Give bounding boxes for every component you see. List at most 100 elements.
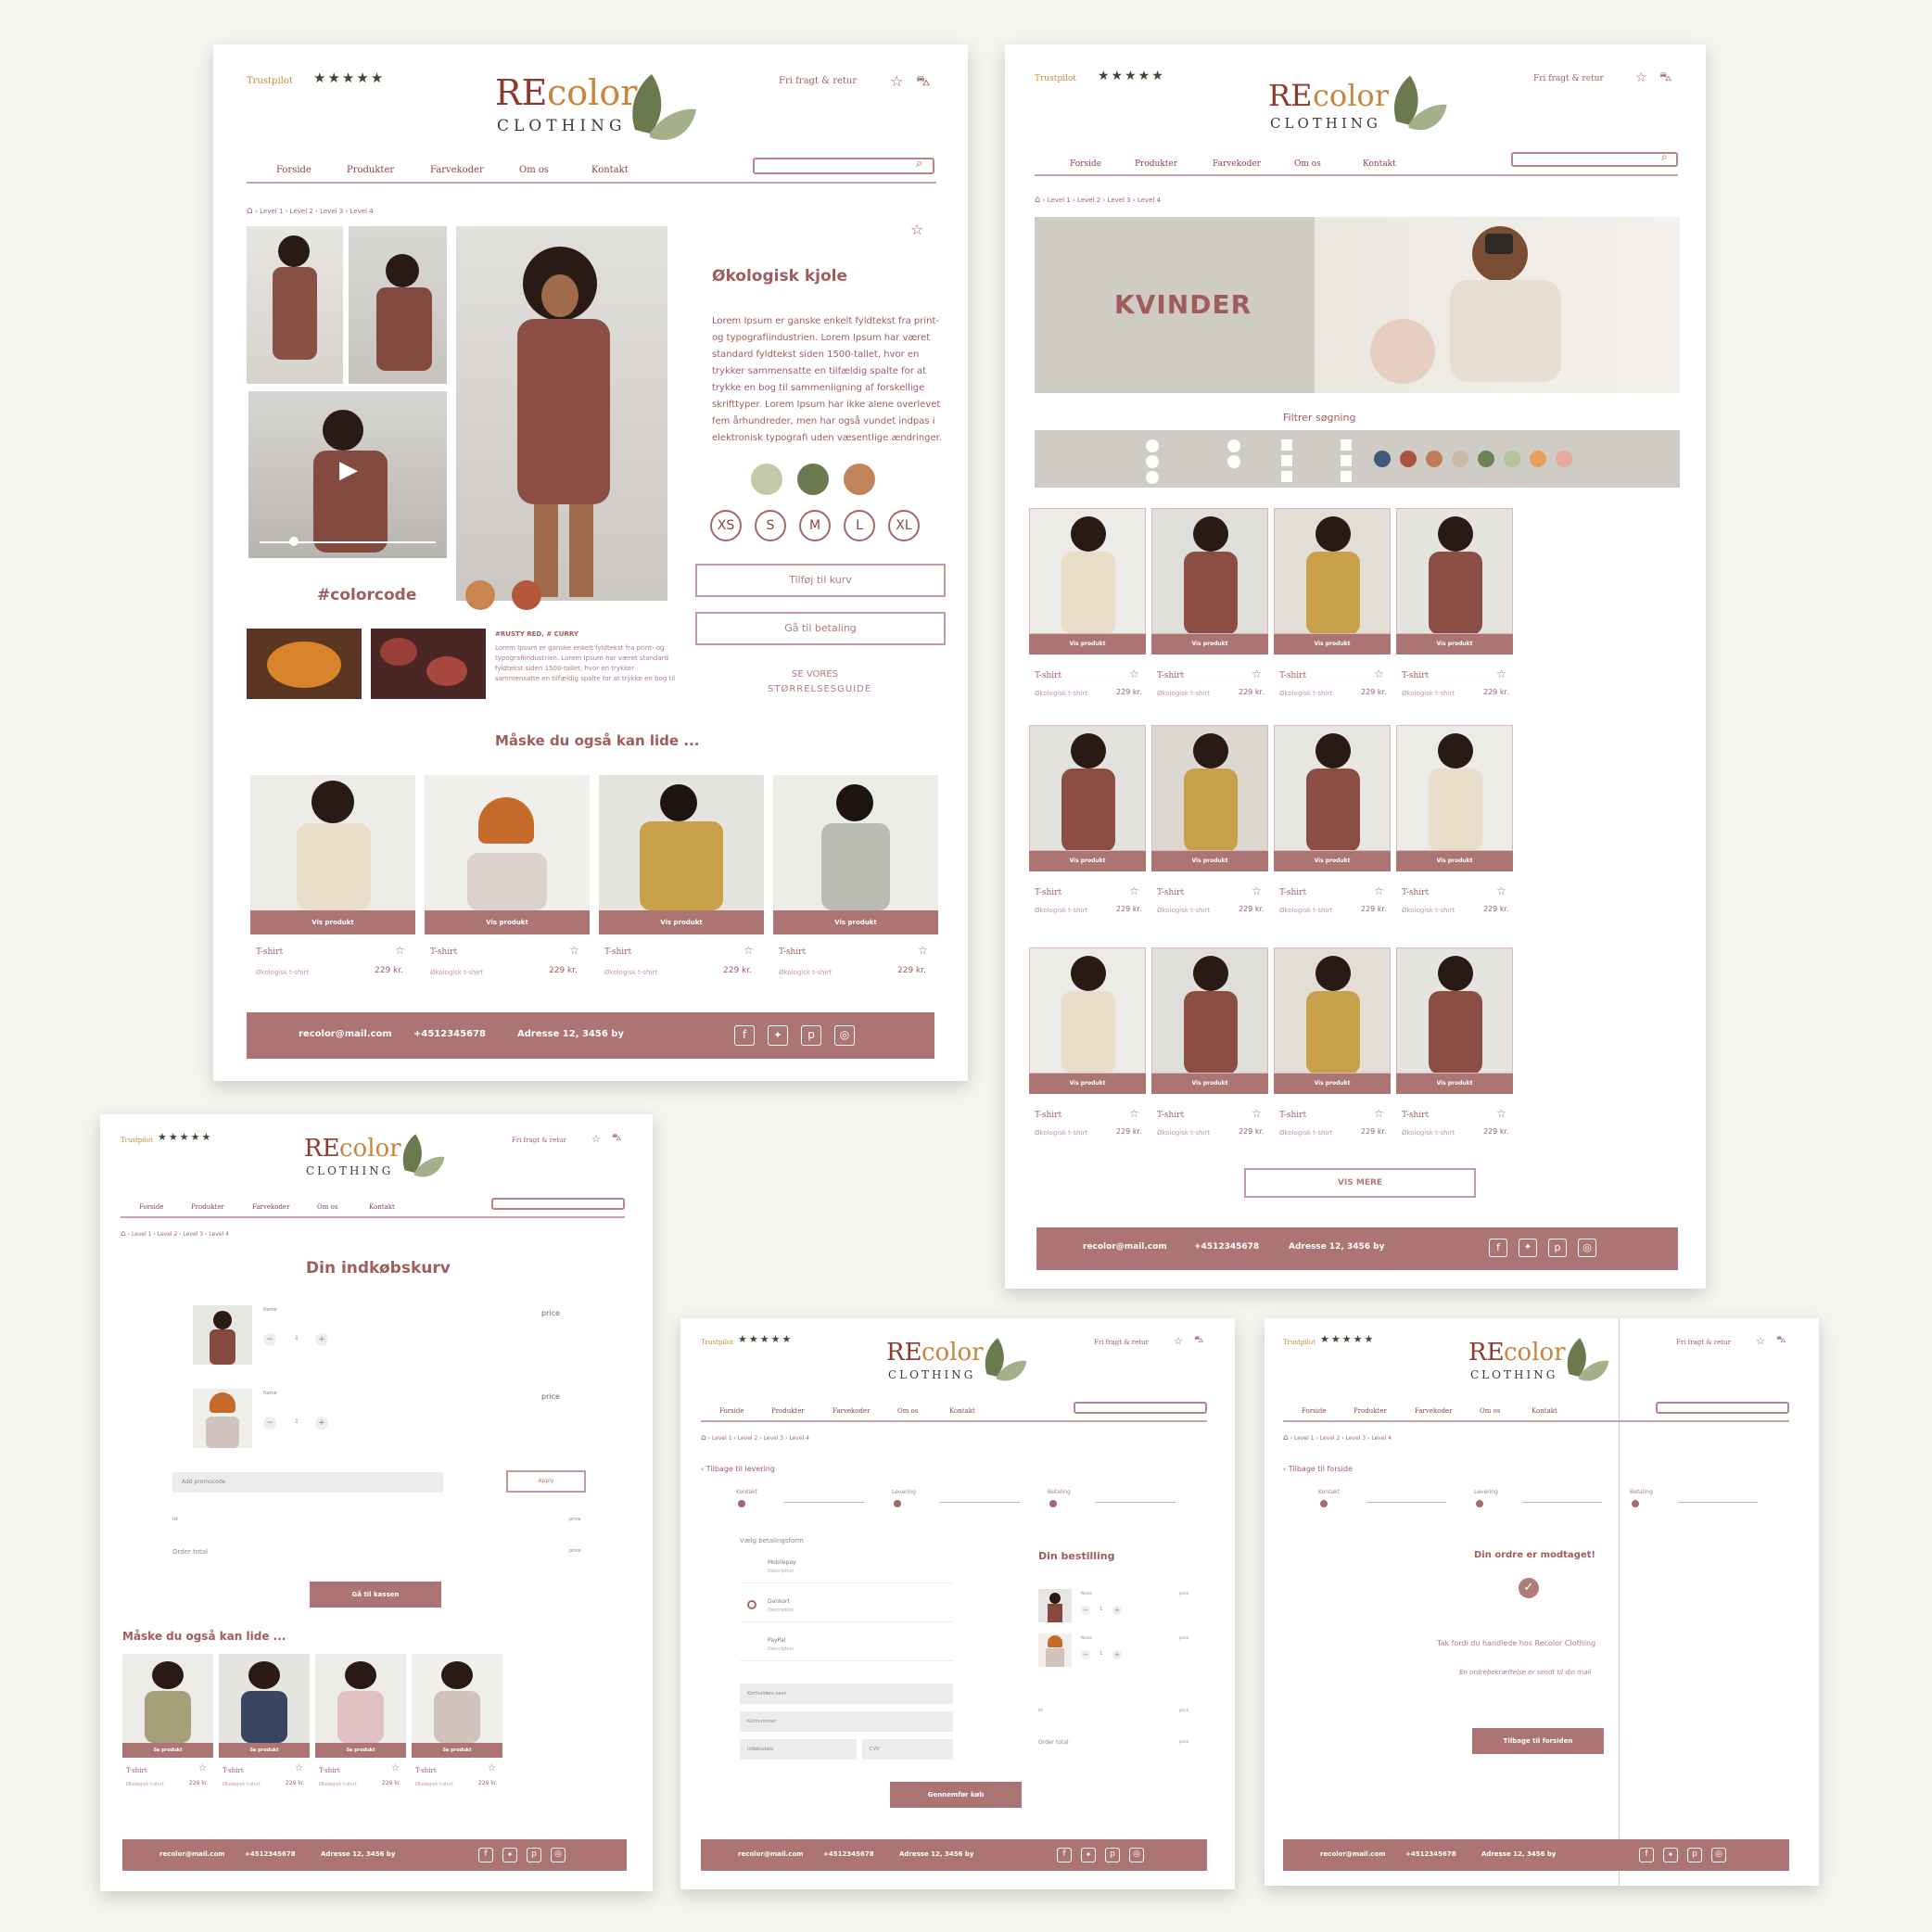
favorites-icon[interactable]: ☆ — [591, 1133, 601, 1145]
category-product-card[interactable]: Vis produkt T-shirt ☆ Økologisk t-shirt 229 … — [1151, 725, 1268, 931]
category-product-card[interactable]: Vis produkt T-shirt ☆ Økologisk t-shirt 229 … — [1029, 947, 1146, 1153]
facebook-icon[interactable]: f — [1639, 1848, 1654, 1862]
category-product-card[interactable]: Vis produkt T-shirt ☆ Økologisk t-shirt 229 … — [1151, 947, 1268, 1153]
filter-color-1[interactable] — [1374, 451, 1391, 467]
home-icon[interactable]: ⌂ — [247, 204, 253, 216]
pinterest-icon[interactable]: p — [527, 1848, 541, 1862]
radio-selected[interactable] — [747, 1600, 756, 1609]
nav-om-os[interactable]: Om os — [519, 165, 549, 175]
favorites-icon[interactable]: ☆ — [1635, 70, 1647, 85]
checkout-button[interactable]: Gå til betaling — [695, 612, 946, 645]
favorite-icon[interactable]: ☆ — [1496, 667, 1506, 680]
favorite-icon[interactable]: ☆ — [1496, 1107, 1506, 1120]
favorite-icon[interactable]: ☆ — [1374, 1107, 1384, 1120]
size-guide-link-2[interactable]: STØRRELSESGUIDE — [768, 684, 871, 694]
product-thumb-1[interactable] — [247, 226, 343, 384]
view-product-button[interactable]: Se produkt — [412, 1743, 502, 1758]
size-s-button[interactable]: S — [755, 510, 786, 541]
favorite-icon[interactable]: ☆ — [1374, 884, 1384, 897]
view-product-button[interactable]: Vis produkt — [250, 910, 415, 934]
favorite-icon[interactable]: ☆ — [391, 1763, 400, 1773]
favorite-icon[interactable]: ☆ — [744, 944, 754, 957]
product-card-1[interactable]: Vis produkt T-shirt ☆ — [250, 775, 415, 960]
category-product-card[interactable]: Vis produkt T-shirt ☆ Økologisk t-shirt 229 … — [1396, 725, 1513, 931]
favorite-icon[interactable]: ☆ — [1496, 884, 1506, 897]
favorite-icon[interactable]: ☆ — [1252, 667, 1262, 680]
wishlist-icon[interactable]: ☆ — [910, 221, 923, 238]
view-product-button[interactable]: Vis produkt — [1151, 851, 1268, 871]
nav-produkter[interactable]: Produkter — [347, 165, 394, 175]
expiry-input[interactable]: Udløbsdato — [740, 1739, 857, 1760]
size-m-button[interactable]: M — [799, 510, 831, 541]
facebook-icon[interactable]: f — [734, 1025, 755, 1046]
view-product-button[interactable]: Vis produkt — [1274, 1074, 1391, 1094]
filter-color-4[interactable] — [1452, 451, 1468, 467]
favorite-icon[interactable]: ☆ — [1129, 884, 1139, 897]
nav-kontakt[interactable]: Kontakt — [591, 165, 629, 175]
view-product-button[interactable]: Se produkt — [219, 1743, 310, 1758]
payment-option-paypal[interactable]: PayPal Description — [740, 1632, 953, 1661]
favorite-icon[interactable]: ☆ — [488, 1763, 496, 1773]
twitter-icon[interactable]: ✦ — [768, 1025, 788, 1046]
nav-forside[interactable]: Forside — [276, 165, 311, 175]
facebook-icon[interactable]: f — [478, 1848, 493, 1862]
footer-phone[interactable]: +4512345678 — [413, 1029, 486, 1039]
product-card-4[interactable]: Vis produkt T-shirt ☆ — [773, 775, 938, 960]
view-product-button[interactable]: Vis produkt — [1029, 1074, 1146, 1094]
favorite-icon[interactable]: ☆ — [1252, 884, 1262, 897]
instagram-icon[interactable]: ◎ — [551, 1848, 566, 1862]
favorites-icon[interactable]: ☆ — [1756, 1335, 1765, 1347]
instagram-icon[interactable]: ◎ — [1129, 1848, 1144, 1862]
back-to-home-link[interactable]: ‹ Tilbage til forside — [1283, 1465, 1353, 1473]
cart-icon[interactable]: ⛍ — [1194, 1335, 1203, 1347]
play-icon[interactable]: ▶ — [339, 456, 358, 484]
color-swatch-2[interactable] — [797, 464, 829, 495]
home-icon[interactable]: ⌂ — [1283, 1433, 1289, 1443]
minus-button[interactable]: − — [1081, 1606, 1090, 1615]
favorite-icon[interactable]: ☆ — [1129, 1107, 1139, 1120]
view-product-button[interactable]: Vis produkt — [1029, 851, 1146, 871]
favorites-icon[interactable]: ☆ — [890, 72, 903, 90]
search-input[interactable] — [1074, 1402, 1207, 1414]
back-to-frontpage-button[interactable]: Tilbage til forsiden — [1472, 1728, 1604, 1754]
instagram-icon[interactable]: ◎ — [1711, 1848, 1726, 1862]
video-progress[interactable] — [260, 541, 436, 543]
twitter-icon[interactable]: ✦ — [1663, 1848, 1678, 1862]
favorite-icon[interactable]: ☆ — [1374, 667, 1384, 680]
cart-icon[interactable]: ⛍ — [1659, 70, 1671, 86]
view-product-button[interactable]: Se produkt — [315, 1743, 406, 1758]
payment-option-dankort[interactable]: Dankort Description — [740, 1593, 953, 1622]
filter-color-7[interactable] — [1530, 451, 1546, 467]
size-guide-link-1[interactable]: SE VORES — [792, 669, 838, 680]
suggestion-card[interactable]: Se produkt T-shirt ☆ Økologisk t-shirt 229 k… — [412, 1654, 502, 1793]
go-to-checkout-button[interactable]: Gå til kassen — [310, 1582, 441, 1608]
favorite-icon[interactable]: ☆ — [569, 944, 579, 957]
category-product-card[interactable]: Vis produkt T-shirt ☆ Økologisk t-shirt 229 … — [1029, 725, 1146, 931]
favorite-icon[interactable]: ☆ — [918, 944, 928, 957]
instagram-icon[interactable]: ◎ — [1578, 1239, 1596, 1257]
back-to-delivery-link[interactable]: ‹ Tilbage til levering — [701, 1465, 775, 1473]
home-icon[interactable]: ⌂ — [1035, 195, 1040, 205]
view-product-button[interactable]: Vis produkt — [1396, 851, 1513, 871]
view-product-button[interactable]: Vis produkt — [1274, 634, 1391, 655]
cvv-input[interactable]: CVV — [862, 1739, 953, 1760]
pinterest-icon[interactable]: p — [1105, 1848, 1120, 1862]
facebook-icon[interactable]: f — [1489, 1239, 1507, 1257]
twitter-icon[interactable]: ✦ — [1519, 1239, 1537, 1257]
search-input[interactable] — [753, 158, 934, 174]
favorite-icon[interactable]: ☆ — [295, 1763, 303, 1773]
add-to-cart-button[interactable]: Tilføj til kurv — [695, 564, 946, 597]
home-icon[interactable]: ⌂ — [701, 1433, 706, 1443]
plus-button[interactable]: + — [1112, 1606, 1122, 1615]
search-input[interactable] — [491, 1198, 625, 1210]
minus-button[interactable]: − — [263, 1333, 276, 1346]
view-product-button[interactable]: Vis produkt — [1396, 1074, 1513, 1094]
size-xs-button[interactable]: XS — [710, 510, 742, 541]
filter-color-5[interactable] — [1478, 451, 1494, 467]
footer-email[interactable]: recolor@mail.com — [299, 1029, 392, 1039]
suggestion-card[interactable]: Se produkt T-shirt ☆ Økologisk t-shirt 229 k… — [315, 1654, 406, 1793]
product-card-3[interactable]: Vis produkt T-shirt ☆ — [599, 775, 764, 960]
pinterest-icon[interactable]: p — [1687, 1848, 1702, 1862]
search-input[interactable] — [1511, 152, 1678, 167]
filter-color-2[interactable] — [1400, 451, 1417, 467]
